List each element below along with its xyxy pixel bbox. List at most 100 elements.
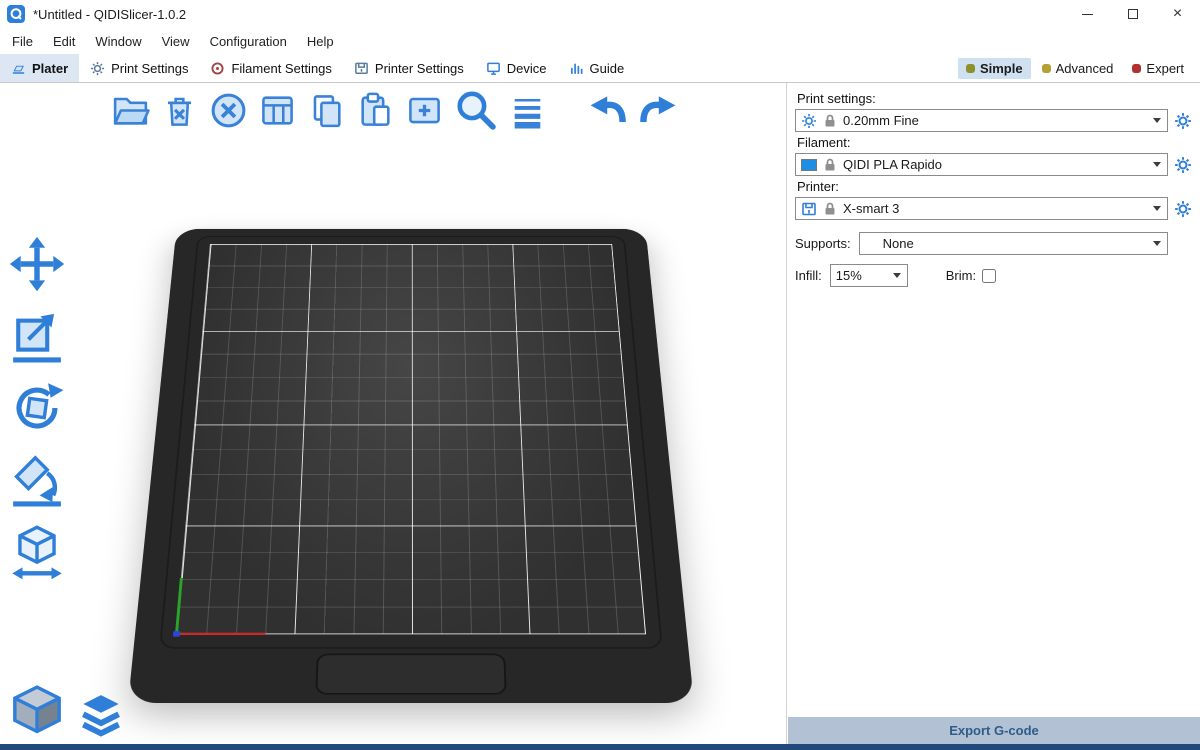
infill-label: Infill: [795,268,822,283]
tab-label: Guide [590,61,625,76]
variable-layer-height-icon[interactable] [507,90,548,131]
monitor-icon [486,61,501,76]
maximize-icon [1128,9,1138,19]
add-instance-icon[interactable] [404,90,445,131]
printer-icon [801,201,817,217]
tab-guide[interactable]: Guide [558,54,636,82]
close-button[interactable]: × [1155,0,1200,28]
y-axis-indicator [175,578,183,634]
printer-gear-button[interactable] [1174,200,1192,218]
window-controls: × [1065,0,1200,28]
settings-panel: Print settings: 0.20mm Fine Filament: QI… [786,83,1200,744]
supports-combo[interactable]: None [859,232,1168,255]
lock-icon [822,113,838,129]
place-on-face-tool-icon[interactable] [8,451,66,509]
advanced-mode-dot-icon [1042,64,1051,73]
tab-label: Filament Settings [231,61,331,76]
menu-file[interactable]: File [2,30,43,53]
filament-row: QIDI PLA Rapido [795,153,1192,176]
brim-label: Brim: [946,268,976,283]
measure-tool-icon[interactable] [8,523,66,581]
supports-row: Supports: None [795,232,1192,255]
search-icon[interactable] [453,87,499,133]
mode-label: Expert [1146,61,1184,76]
filament-spool-icon [210,61,225,76]
simple-mode-dot-icon [966,64,975,73]
tab-label: Plater [32,61,68,76]
chevron-down-icon [1153,241,1161,246]
menu-help[interactable]: Help [297,30,344,53]
expert-mode-dot-icon [1132,64,1141,73]
minimize-button[interactable] [1065,0,1110,28]
menu-view[interactable]: View [152,30,200,53]
tab-plater[interactable]: Plater [0,54,79,82]
chevron-down-icon [1153,162,1161,167]
undo-icon[interactable] [588,90,629,131]
mode-advanced[interactable]: Advanced [1034,58,1122,79]
infill-combo[interactable]: 15% [830,264,908,287]
delete-all-icon[interactable] [208,90,249,131]
menu-window[interactable]: Window [85,30,151,53]
origin-indicator [173,631,180,637]
mode-switcher: Simple Advanced Expert [958,54,1200,82]
filament-combo[interactable]: QIDI PLA Rapido [795,153,1168,176]
x-axis-indicator [176,633,266,635]
printer-row: X-smart 3 [795,197,1192,220]
lock-icon [822,157,838,173]
gear-icon [801,113,817,129]
tab-device[interactable]: Device [475,54,558,82]
tab-filament-settings[interactable]: Filament Settings [199,54,342,82]
3d-editor-view-icon[interactable] [8,682,66,740]
tab-printer-settings[interactable]: Printer Settings [343,54,475,82]
move-tool-icon[interactable] [8,235,66,293]
title-bar: *Untitled - QIDISlicer-1.0.2 × [0,0,1200,28]
open-icon[interactable] [110,90,151,131]
print-settings-combo[interactable]: 0.20mm Fine [795,109,1168,132]
filament-label: Filament: [797,135,1192,150]
supports-label: Supports: [795,236,851,251]
tab-label: Print Settings [111,61,188,76]
redo-icon[interactable] [637,90,678,131]
rotate-tool-icon[interactable] [8,379,66,437]
filament-gear-button[interactable] [1174,156,1192,174]
tab-label: Device [507,61,547,76]
copy-icon[interactable] [306,90,347,131]
mode-label: Simple [980,61,1023,76]
mode-simple[interactable]: Simple [958,58,1031,79]
menu-configuration[interactable]: Configuration [200,30,297,53]
print-settings-row: 0.20mm Fine [795,109,1192,132]
filament-color-swatch [801,159,817,171]
export-gcode-button[interactable]: Export G-code [788,717,1200,744]
plater-icon [11,61,26,76]
infill-brim-row: Infill: 15% Brim: [795,264,1192,287]
gizmo-toolbar [8,235,66,581]
print-settings-gear-button[interactable] [1174,112,1192,130]
paste-icon[interactable] [355,90,396,131]
chevron-down-icon [1153,118,1161,123]
supports-value: None [865,236,1148,251]
main-tab-bar: Plater Print Settings Filament Settings … [0,54,1200,83]
app-logo-icon [7,5,25,23]
mode-expert[interactable]: Expert [1124,58,1192,79]
window-title: *Untitled - QIDISlicer-1.0.2 [33,7,186,22]
delete-icon[interactable] [159,90,200,131]
scale-tool-icon[interactable] [8,307,66,365]
tab-print-settings[interactable]: Print Settings [79,54,199,82]
printer-value: X-smart 3 [843,201,1148,216]
chevron-down-icon [1153,206,1161,211]
gear-icon [90,61,105,76]
printer-combo[interactable]: X-smart 3 [795,197,1168,220]
maximize-button[interactable] [1110,0,1155,28]
filament-value: QIDI PLA Rapido [843,157,1148,172]
menu-edit[interactable]: Edit [43,30,85,53]
arrange-icon[interactable] [257,90,298,131]
chevron-down-icon [893,273,901,278]
preview-layers-icon[interactable] [76,690,126,740]
bed-handle [315,654,506,695]
bars-icon [569,61,584,76]
print-settings-value: 0.20mm Fine [843,113,1148,128]
mode-label: Advanced [1056,61,1114,76]
minimize-icon [1082,14,1093,15]
3d-viewport[interactable] [0,83,786,744]
brim-checkbox[interactable] [982,269,996,283]
